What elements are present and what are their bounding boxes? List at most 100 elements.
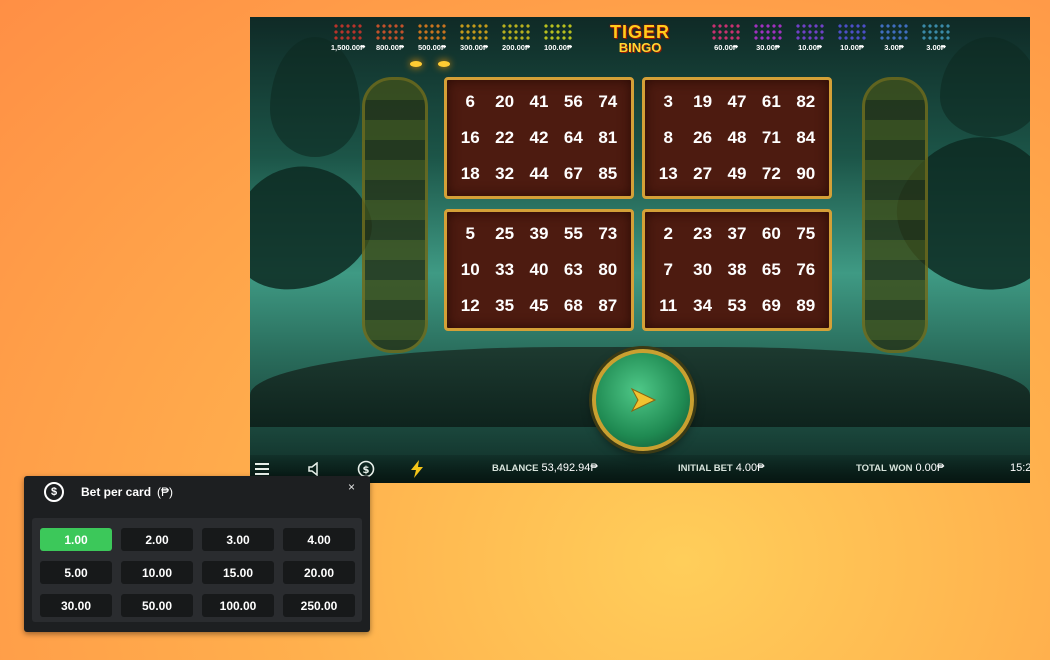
prize-pattern-icon [837,23,867,41]
initial-bet-value: 4.00₱ [735,462,765,474]
prize-pattern-icon [753,23,783,41]
balance-label: BALANCE [492,463,539,474]
bingo-number: 75 [796,224,816,243]
logo-line2: BINGO [618,40,662,55]
initial-bet-label: INITIAL BET [678,463,733,474]
bingo-number: 38 [727,260,747,279]
prize-tier: 3.00₱ [918,23,954,52]
bet-option-button[interactable]: 50.00 [121,594,193,617]
play-arrow-icon [630,387,657,413]
bingo-number: 60 [761,224,781,243]
bingo-number: 67 [563,164,583,183]
bingo-card-2[interactable]: 3 19 47 61 82 8 26 48 71 84 13 27 49 72 90 [642,77,832,199]
prize-value: 30.00₱ [756,43,780,52]
bingo-number: 55 [563,224,583,243]
bet-option-button[interactable]: 15.00 [202,561,274,584]
bingo-number: 5 [465,224,475,243]
bingo-number: 47 [727,92,747,111]
svg-text:$: $ [363,465,370,476]
bingo-card-4[interactable]: 2 23 37 60 75 7 30 38 65 76 11 34 53 69 89 [642,209,832,331]
coin-icon: $ [44,482,64,502]
prize-tier: 800.00₱ [372,23,408,52]
bingo-card-3[interactable]: 5 25 39 55 73 10 33 40 63 80 12 35 45 68 87 [444,209,634,331]
prize-tier: 300.00₱ [456,23,492,52]
bet-option-button[interactable]: 250.00 [283,594,355,617]
bingo-number: 90 [796,164,816,183]
bingo-number: 33 [495,260,515,279]
bingo-number: 7 [663,260,673,279]
close-icon[interactable]: × [348,480,355,494]
bingo-number: 23 [693,224,713,243]
bet-option-button[interactable]: 20.00 [283,561,355,584]
prize-tier: 10.00₱ [792,23,828,52]
game-logo: TIGER BINGO [608,23,672,55]
turbo-lightning-icon[interactable] [407,459,427,479]
bingo-number: 41 [529,92,549,111]
prize-pattern-icon [375,23,405,41]
prize-value: 60.00₱ [714,43,738,52]
prize-value: 300.00₱ [460,43,488,52]
play-button[interactable] [592,349,694,451]
prize-pattern-icon [879,23,909,41]
bet-per-card-panel: $ Bet per card (₱) × 1.00 2.00 3.00 4.00 5.00… [24,476,370,632]
bingo-number: 10 [460,260,480,279]
prize-pattern-icon [333,23,363,41]
bingo-number: 35 [495,296,515,315]
prize-ladder-left: 1,500.00₱ 800.00₱ 500.00₱ 300.00₱ 200.00₱ 100… [330,23,576,52]
bingo-number: 19 [693,92,713,111]
bet-option-button[interactable]: 30.00 [40,594,112,617]
bingo-number: 71 [761,128,781,147]
vine-pillar-right [862,77,928,353]
total-won-display: TOTAL WON 0.00₱ [856,462,944,474]
bingo-number: 85 [598,164,618,183]
prize-tier: 500.00₱ [414,23,450,52]
prize-value: 1,500.00₱ [330,43,366,52]
bet-option-button[interactable]: 4.00 [283,528,355,551]
bet-option-button[interactable]: 1.00 [40,528,112,551]
bingo-number: 63 [563,260,583,279]
prize-value: 100.00₱ [544,43,572,52]
prize-value: 200.00₱ [502,43,530,52]
prize-pattern-icon [921,23,951,41]
bingo-number: 8 [663,128,673,147]
bet-options-grid: 1.00 2.00 3.00 4.00 5.00 10.00 15.00 20.00 30.00… [32,518,362,622]
panel-currency: (₱) [157,485,174,499]
bingo-number: 40 [529,260,549,279]
bingo-card-1[interactable]: 6 20 41 56 74 16 22 42 64 81 18 32 44 67 85 [444,77,634,199]
prize-pattern-icon [501,23,531,41]
bingo-number: 73 [598,224,618,243]
bet-option-button[interactable]: 3.00 [202,528,274,551]
bet-option-button[interactable]: 100.00 [202,594,274,617]
bingo-number: 44 [529,164,549,183]
game-viewport: 1,500.00₱ 800.00₱ 500.00₱ 300.00₱ 200.00₱ 100… [250,17,1030,483]
prize-tier: 10.00₱ [834,23,870,52]
bingo-number: 81 [598,128,618,147]
bet-option-button[interactable]: 10.00 [121,561,193,584]
bingo-number: 69 [761,296,781,315]
jungle-leaf [940,37,1030,137]
bet-option-button[interactable]: 5.00 [40,561,112,584]
bingo-number: 84 [796,128,816,147]
bingo-number: 12 [460,296,480,315]
prize-value: 3.00₱ [926,43,946,52]
bet-option-button[interactable]: 2.00 [121,528,193,551]
bingo-number: 45 [529,296,549,315]
tiger-eyes-icon [410,57,450,73]
initial-bet-display: INITIAL BET 4.00₱ [678,462,764,474]
bingo-number: 25 [495,224,515,243]
prize-ladder-right: 60.00₱ 30.00₱ 10.00₱ 10.00₱ 3.00₱ 3.00₱ [708,23,954,52]
bingo-number: 18 [460,164,480,183]
bingo-number: 74 [598,92,618,111]
logo-line1: TIGER [609,22,670,42]
panel-title: Bet per card (₱) [81,485,173,499]
bingo-number: 20 [495,92,515,111]
bingo-number: 27 [693,164,713,183]
prize-value: 10.00₱ [798,43,822,52]
total-won-label: TOTAL WON [856,463,913,474]
prize-value: 500.00₱ [418,43,446,52]
bingo-number: 80 [598,260,618,279]
bingo-number: 37 [727,224,747,243]
bingo-number: 61 [761,92,781,111]
bingo-number: 32 [495,164,515,183]
prize-tier: 200.00₱ [498,23,534,52]
